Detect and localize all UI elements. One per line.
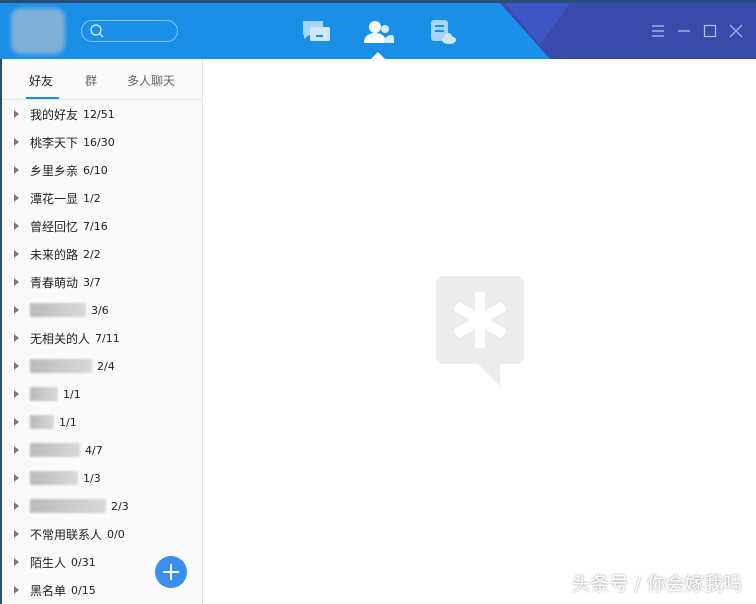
maximize-button[interactable] [702,23,718,39]
group-name: 不常用联系人 [30,527,103,542]
expand-arrow-icon [14,362,19,370]
expand-arrow-icon [14,530,19,538]
expand-arrow-icon [14,474,19,482]
expand-arrow-icon [14,166,19,174]
group-name: 未来的路 [30,247,79,262]
group-item[interactable]: 桃李天下 16/30 [2,128,202,156]
expand-arrow-icon [14,194,19,202]
qq-logo-placeholder-icon [436,276,524,386]
tab-friends[interactable]: 好友 [29,72,53,89]
group-name [30,387,58,401]
expand-arrow-icon [14,418,19,426]
group-item[interactable]: 无相关的人 7/11 [2,324,202,352]
contact-tabs: 好友 群 多人聊天 [2,59,202,100]
group-count: 16/30 [83,135,115,149]
group-item[interactable]: 3/6 [2,296,202,324]
minimize-button[interactable] [676,23,692,39]
group-count: 1/2 [83,191,101,205]
group-item[interactable]: 4/7 [2,436,202,464]
active-tab-caret [371,52,385,59]
expand-arrow-icon [14,110,19,118]
group-count: 2/3 [111,499,129,513]
group-count: 7/16 [83,219,108,233]
expand-arrow-icon [14,222,19,230]
group-item[interactable]: 未来的路 2/2 [2,240,202,268]
group-item[interactable]: 2/3 [2,492,202,520]
avatar[interactable] [11,8,65,54]
group-name [30,359,92,373]
group-count: 3/6 [91,303,109,317]
group-name [30,415,54,429]
group-item[interactable]: 2/4 [2,352,202,380]
close-button[interactable] [728,23,744,39]
group-list: 我的好友 12/51 桃李天下 16/30 乡里乡亲 6/10 潭花一显 1/2 曾经回忆 7/1… [2,100,202,604]
minimize-icon [678,30,690,32]
expand-arrow-icon [14,558,19,566]
messages-icon[interactable] [301,19,331,45]
group-name: 曾经回忆 [30,219,79,234]
group-name: 黑名单 [30,583,67,598]
expand-arrow-icon [14,586,19,594]
expand-arrow-icon [14,446,19,454]
close-icon [729,24,743,38]
group-count: 0/15 [71,583,96,597]
menu-button[interactable] [650,23,666,39]
group-count: 7/11 [95,331,120,345]
group-name: 潭花一显 [30,191,79,206]
tab-groups[interactable]: 群 [85,72,97,89]
group-count: 2/4 [97,359,115,373]
group-name: 乡里乡亲 [30,163,79,178]
group-name: 我的好友 [30,107,79,122]
add-button[interactable] [155,556,187,588]
group-item[interactable]: 不常用联系人 0/0 [2,520,202,548]
active-tab-underline [26,97,59,99]
group-item[interactable]: 1/3 [2,464,202,492]
group-count: 1/3 [83,471,101,485]
group-count: 3/7 [83,275,101,289]
group-item[interactable]: 曾经回忆 7/16 [2,212,202,240]
group-name [30,443,80,457]
space-icon[interactable] [428,19,458,45]
group-item[interactable]: 潭花一显 1/2 [2,184,202,212]
group-count: 1/1 [59,415,77,429]
group-count: 12/51 [83,107,115,121]
group-name [30,471,78,485]
contacts-sidebar: 好友 群 多人聊天 我的好友 12/51 桃李天下 16/30 乡里乡亲 6/10 潭花一显… [0,59,203,604]
expand-arrow-icon [14,278,19,286]
expand-arrow-icon [14,502,19,510]
group-item[interactable]: 我的好友 12/51 [2,100,202,128]
expand-arrow-icon [14,334,19,342]
group-item[interactable]: 乡里乡亲 6/10 [2,156,202,184]
group-count: 0/0 [107,527,125,541]
group-count: 4/7 [85,443,103,457]
expand-arrow-icon [14,250,19,258]
menu-icon [652,25,664,37]
group-name [30,499,106,513]
group-item[interactable]: 1/1 [2,380,202,408]
maximize-icon [703,24,717,38]
group-item[interactable]: 青春萌动 3/7 [2,268,202,296]
group-count: 1/1 [63,387,81,401]
watermark: 头条号 / 你会嫁我吗 [571,573,742,595]
group-count: 0/31 [71,555,96,569]
expand-arrow-icon [14,138,19,146]
group-name [30,303,86,317]
group-name: 桃李天下 [30,135,79,150]
group-name: 青春萌动 [30,275,79,290]
expand-arrow-icon [14,390,19,398]
group-name: 陌生人 [30,555,67,570]
header [0,3,756,59]
group-item[interactable]: 1/1 [2,408,202,436]
search-icon [90,24,104,38]
contacts-icon[interactable] [364,19,394,45]
group-name: 无相关的人 [30,331,91,346]
group-count: 6/10 [83,163,108,177]
group-count: 2/2 [83,247,101,261]
expand-arrow-icon [14,306,19,314]
search-input[interactable] [81,20,178,42]
tab-multi-chat[interactable]: 多人聊天 [127,72,175,89]
